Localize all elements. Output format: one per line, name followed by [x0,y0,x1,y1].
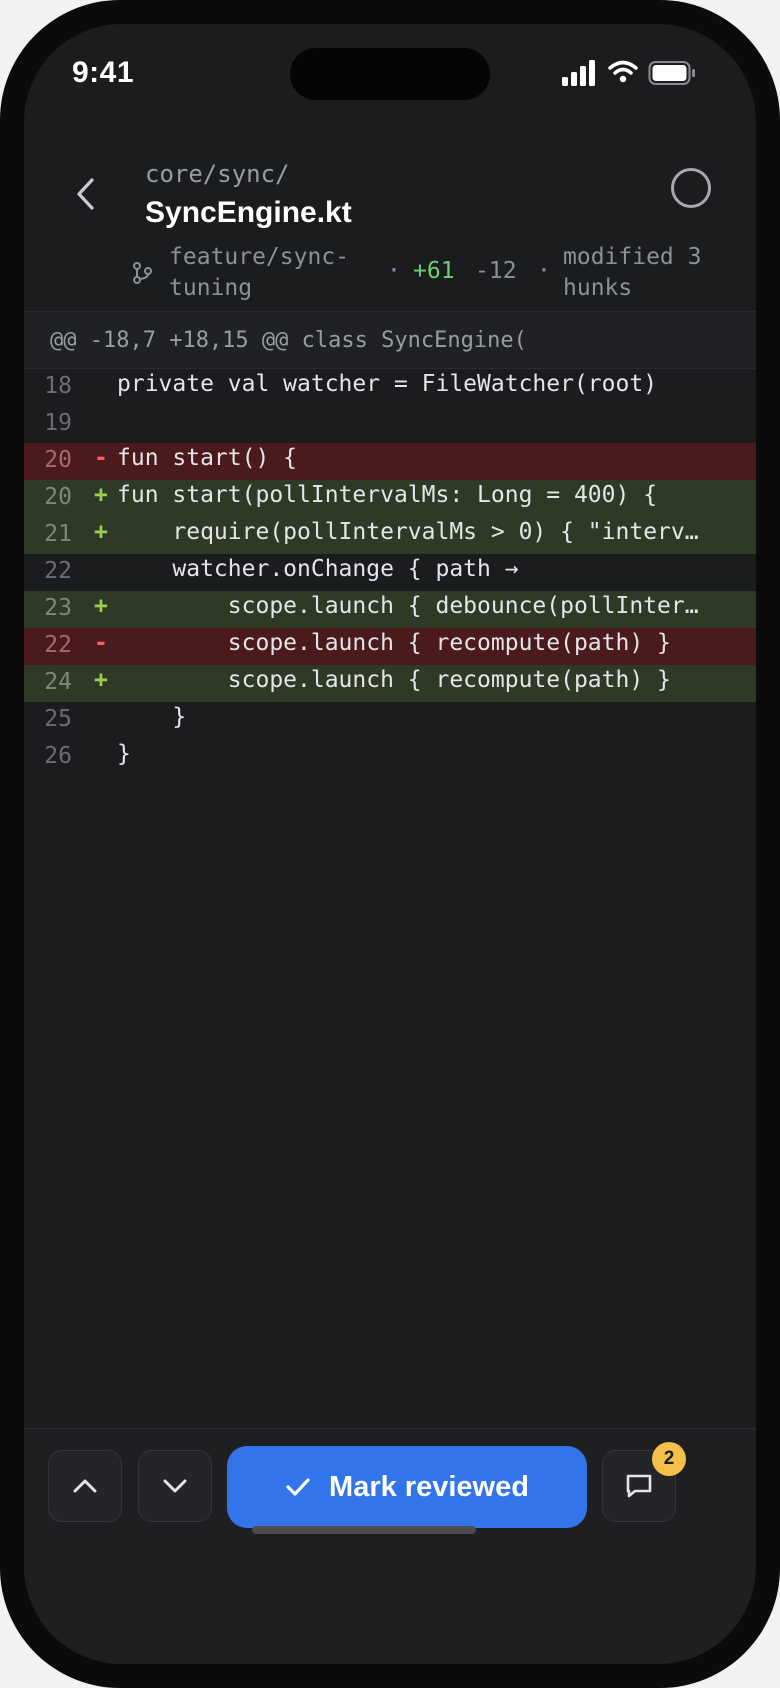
diff-line[interactable]: 20- fun start() { [24,443,756,480]
code-text: require(pollIntervalMs > 0) { "interval … [172,519,703,545]
file-meta: feature/sync- tuning · +61 -12 · modifie… [132,242,732,306]
diff-line[interactable]: 24 + scope.launch { recompute(path) } [24,665,756,702]
line-number: 22 [44,558,72,584]
code-text: scope.launch { recompute(path) } [117,630,671,656]
code-text: fun start(pollIntervalMs: Long = 400) { [117,482,658,508]
line-number: 20 [44,484,72,510]
additions-count: +61 [413,258,455,284]
diff-line[interactable]: 22 watcher.onChange { path → [24,554,756,591]
code-text: } [117,741,131,767]
file-path: core/sync/ [145,160,290,188]
phone-frame: 9:41 core/sync/ SyncEngine.kt feature/sy… [0,0,780,1688]
diff-marker: + [94,667,108,693]
line-number: 21 [44,521,72,547]
modified-summary-line2: hunks [563,275,633,301]
diff-line[interactable]: 20 + fun start(pollIntervalMs: Long = 400)… [24,480,756,517]
line-number: 19 [44,410,72,436]
code-text: } [117,704,187,730]
diff-line[interactable]: 25 } [24,702,756,739]
comment-icon [626,1474,652,1498]
file-header: core/sync/ SyncEngine.kt feature/sync- t… [24,124,756,310]
diff-line[interactable]: 18 private val watcher = FileWatcher(root… [24,369,756,406]
previous-hunk-button[interactable] [48,1450,122,1522]
diff-marker: + [94,482,108,508]
code-text: scope.launch { debounce(pollIntervalMs) … [227,593,703,619]
separator: · [537,258,551,284]
chevron-left-icon [77,178,94,210]
chevron-up-icon [73,1479,97,1493]
signal-icon [562,60,595,86]
chevron-down-icon [163,1479,187,1493]
git-branch-icon [133,262,152,284]
next-hunk-button[interactable] [138,1450,212,1522]
mark-reviewed-label: Mark reviewed [329,1470,529,1503]
diff-line[interactable]: 23 + scope.launch { debounce(pollInterval… [24,591,756,628]
diff-marker: - [94,445,108,471]
diff-marker: + [94,593,108,619]
line-number: 26 [44,743,72,769]
wifi-icon [608,60,638,83]
separator: · [387,258,401,284]
code-text: fun start() { [117,445,298,471]
diff-line[interactable]: 22- scope.launch { recompute(path) } [24,628,756,665]
line-number: 24 [44,669,72,695]
line-number: 22 [44,632,72,658]
code-text: watcher.onChange { path → [117,556,519,582]
branch-name-line1: feature/sync- [169,244,350,270]
diff-line[interactable]: 21 + require(pollIntervalMs > 0) { "inter… [24,517,756,554]
line-number: 20 [44,447,72,473]
branch-name: feature/sync- tuning [169,242,359,304]
line-number: 25 [44,706,72,732]
hunk-header-text: @@ -18,7 +18,15 @@ class SyncEngine( [50,328,527,353]
screen: 9:41 core/sync/ SyncEngine.kt feature/sy… [24,24,756,1664]
check-icon [286,1478,310,1496]
modified-summary-line1: modified 3 [563,244,702,270]
diff-line[interactable]: 26} [24,739,756,776]
deletions-count: -12 [475,258,517,284]
home-indicator [252,1526,476,1534]
back-button[interactable] [66,174,106,214]
review-status-toggle[interactable] [671,168,711,208]
hunk-header: @@ -18,7 +18,15 @@ class SyncEngine( [24,311,756,369]
comment-count-badge: 2 [652,1442,686,1476]
modified-summary: modified 3 hunks [563,242,723,304]
line-number: 23 [44,595,72,621]
mark-reviewed-button[interactable]: Mark reviewed [227,1446,587,1528]
diff-lines: 18 private val watcher = FileWatcher(root… [24,369,756,776]
status-time: 9:41 [72,56,135,89]
file-name: SyncEngine.kt [145,196,352,229]
branch-name-line2: tuning [169,275,253,301]
diff-marker: - [94,630,108,656]
dynamic-island [290,48,490,100]
diff-line[interactable]: 19 [24,406,756,443]
code-text: scope.launch { recompute(path) } [117,667,671,693]
line-number: 18 [44,373,72,399]
battery-icon [648,61,695,85]
code-text: private val watcher = FileWatcher(root) [117,371,658,397]
diff-marker: + [94,519,108,545]
